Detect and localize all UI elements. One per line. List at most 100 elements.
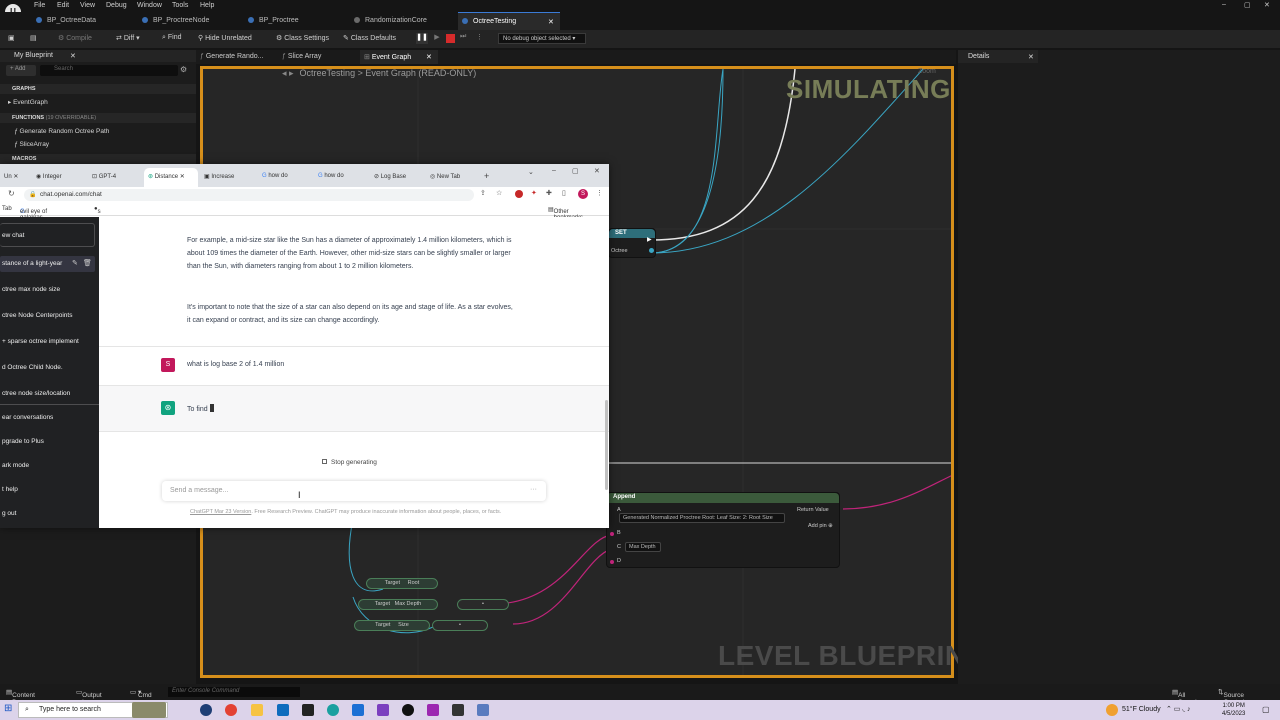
pause-icon[interactable]: ❚❚ [416, 33, 428, 44]
close-tab-icon[interactable]: ✕ [1028, 53, 1034, 61]
menu-window[interactable]: Window [137, 2, 162, 9]
store-icon[interactable] [277, 704, 289, 716]
share-icon[interactable]: ⇪ [480, 189, 486, 197]
get-size-node[interactable]: Target Size [354, 620, 430, 631]
browser-tab[interactable]: ▣ Increase [202, 168, 256, 187]
debug-object-select[interactable]: No debug object selected ▾ [498, 33, 586, 44]
minimize-icon[interactable]: – [1222, 1, 1226, 8]
trash-icon[interactable]: 🗑 [83, 259, 92, 267]
bookmark-item[interactable]: Tab [2, 206, 12, 212]
conversation-item[interactable]: ctree max node size [2, 286, 60, 293]
cmd-button[interactable]: ▭ Cmd ▾ [130, 688, 152, 699]
doc-tab-randomizationcore[interactable]: RandomizationCore [354, 12, 454, 30]
other-bookmarks[interactable]: ▤ Other bookmarks [548, 206, 583, 221]
class-settings-button[interactable]: ⚙ Class Settings [276, 34, 329, 42]
tray-icons[interactable]: ⌃ ▭ ◟ ♪ [1166, 705, 1191, 713]
menu-view[interactable]: View [80, 2, 95, 9]
data-pin-icon[interactable] [649, 248, 654, 253]
log-out-button[interactable]: g out [2, 510, 16, 517]
browser-tab-active[interactable]: ⊛ Distance ✕ [144, 168, 198, 187]
save-icon[interactable]: ▣ [8, 34, 15, 42]
doc-tab-proctreenode[interactable]: BP_ProctreeNode [142, 12, 242, 30]
version-link[interactable]: ChatGPT Mar 23 Version [190, 509, 251, 515]
browser-tab[interactable]: ◎ New Tab [428, 168, 480, 187]
doc-tab-proctree[interactable]: BP_Proctree [248, 12, 348, 30]
tree-item-function[interactable]: ƒ Generate Random Octree Path [14, 128, 109, 135]
upgrade-button[interactable]: pgrade to Plus [2, 438, 44, 445]
browser-tab[interactable]: G how do [260, 168, 312, 187]
output-log-button[interactable]: ▭ Output Log [76, 688, 102, 706]
hide-unrelated-button[interactable]: ⚲ Hide Unrelated [198, 34, 252, 42]
find-button[interactable]: ⌕ Find [162, 34, 182, 42]
conversion-node[interactable]: • [457, 599, 509, 610]
side-panel-icon[interactable]: ▯ [562, 189, 566, 197]
compile-button[interactable]: ⚙ Compile [58, 34, 92, 42]
source-control-button[interactable]: ⇅ Source Control [1218, 688, 1244, 706]
diff-button[interactable]: ⇄ Diff ▾ [116, 34, 140, 42]
extension-icon[interactable] [515, 190, 523, 198]
doc-tab-octreetesting[interactable]: OctreeTesting ✕ [458, 12, 560, 30]
graph-tab-event-graph[interactable]: ⊞ Event Graph ✕ [360, 50, 438, 64]
stop-generating-button[interactable]: Stop generating [322, 459, 386, 471]
file-explorer-icon[interactable] [251, 704, 263, 716]
settings-gear-icon[interactable]: ⚙ [180, 65, 187, 74]
append-node[interactable]: Append A Generated Normalized Proctree R… [606, 492, 840, 568]
close-icon[interactable]: ✕ [1264, 1, 1270, 9]
more-options-icon[interactable]: ⋮ [476, 33, 483, 41]
menu-tools[interactable]: Tools [172, 2, 188, 9]
doc-tab-octreedata[interactable]: BP_OctreeData [36, 12, 136, 30]
mail-icon[interactable] [352, 704, 364, 716]
console-input[interactable]: Enter Console Command [168, 687, 300, 697]
edit-icon[interactable]: ✎ [72, 259, 78, 267]
browser-tab[interactable]: ⊡ GPT-4 [90, 168, 138, 187]
weather-label[interactable]: 51°F Cloudy [1122, 706, 1161, 713]
add-pin-button[interactable]: Add pin ⊕ [808, 523, 833, 529]
maximize-icon[interactable]: ▢ [572, 167, 579, 175]
browser-tab[interactable]: G how do [316, 168, 368, 187]
conversion-node[interactable]: • [432, 620, 488, 631]
browse-icon[interactable]: ▤ [30, 34, 37, 42]
blueprint-search-input[interactable]: Search [40, 65, 178, 76]
tree-item-event-graph[interactable]: ▸ EventGraph [8, 98, 48, 106]
chrome-icon[interactable] [225, 704, 237, 716]
get-max-depth-node[interactable]: Target Max Depth [358, 599, 438, 610]
conversation-item[interactable]: ctree Node Centerpoints [2, 312, 72, 319]
minimize-icon[interactable]: – [552, 167, 556, 174]
details-tab[interactable]: Details ✕ [958, 50, 1038, 63]
app-icon[interactable] [302, 704, 314, 716]
bookmark-item[interactable]: ● s [94, 206, 101, 215]
unreal-taskbar-icon[interactable] [402, 704, 414, 716]
app-icon[interactable] [427, 704, 439, 716]
graph-tab-generate-random[interactable]: ƒ Generate Rando... [200, 50, 278, 64]
maximize-icon[interactable]: ▢ [1244, 1, 1251, 9]
dark-mode-button[interactable]: ark mode [2, 462, 29, 469]
message-input[interactable]: Send a message... ··· [162, 481, 546, 501]
append-input-c[interactable]: Max Depth [625, 542, 661, 552]
append-input-a[interactable]: Generated Normalized Proctree Root: Leaf… [619, 513, 785, 523]
set-node[interactable]: SET Octree ▶ [608, 228, 656, 258]
app-icon[interactable] [452, 704, 464, 716]
help-button[interactable]: t help [2, 486, 18, 493]
url-field[interactable]: 🔒 chat.openai.com/chat [24, 189, 474, 201]
pin-b-icon[interactable] [610, 532, 614, 536]
close-tab-icon[interactable]: ✕ [70, 52, 76, 60]
exec-pin-icon[interactable]: ▶ [647, 236, 652, 243]
class-defaults-button[interactable]: ✎ Class Defaults [343, 34, 396, 42]
taskbar-clock[interactable]: 1:00 PM 4/5/2023 [1222, 702, 1245, 718]
close-icon[interactable]: ✕ [594, 167, 600, 175]
get-root-node[interactable]: Target Root [366, 578, 438, 589]
notification-icon[interactable]: ▢ [1262, 705, 1270, 714]
close-tab-icon[interactable]: ✕ [426, 53, 432, 61]
skip-icon[interactable]: ⏭ [460, 33, 466, 41]
reload-icon[interactable]: ↻ [8, 189, 15, 198]
my-blueprint-tab[interactable]: My Blueprint ✕ [0, 50, 196, 62]
menu-file[interactable]: File [34, 2, 45, 9]
tree-item-function[interactable]: ƒ SliceArray [14, 141, 49, 148]
extension-icon[interactable]: ✦ [531, 189, 537, 197]
scrollbar[interactable] [605, 400, 608, 490]
task-view-icon[interactable] [200, 704, 212, 716]
nav-arrows-icon[interactable]: ◂ ▸ [282, 68, 294, 78]
edge-icon[interactable] [327, 704, 339, 716]
stop-icon[interactable] [446, 34, 455, 43]
conversation-item[interactable]: + sparse octree implement [2, 338, 79, 345]
